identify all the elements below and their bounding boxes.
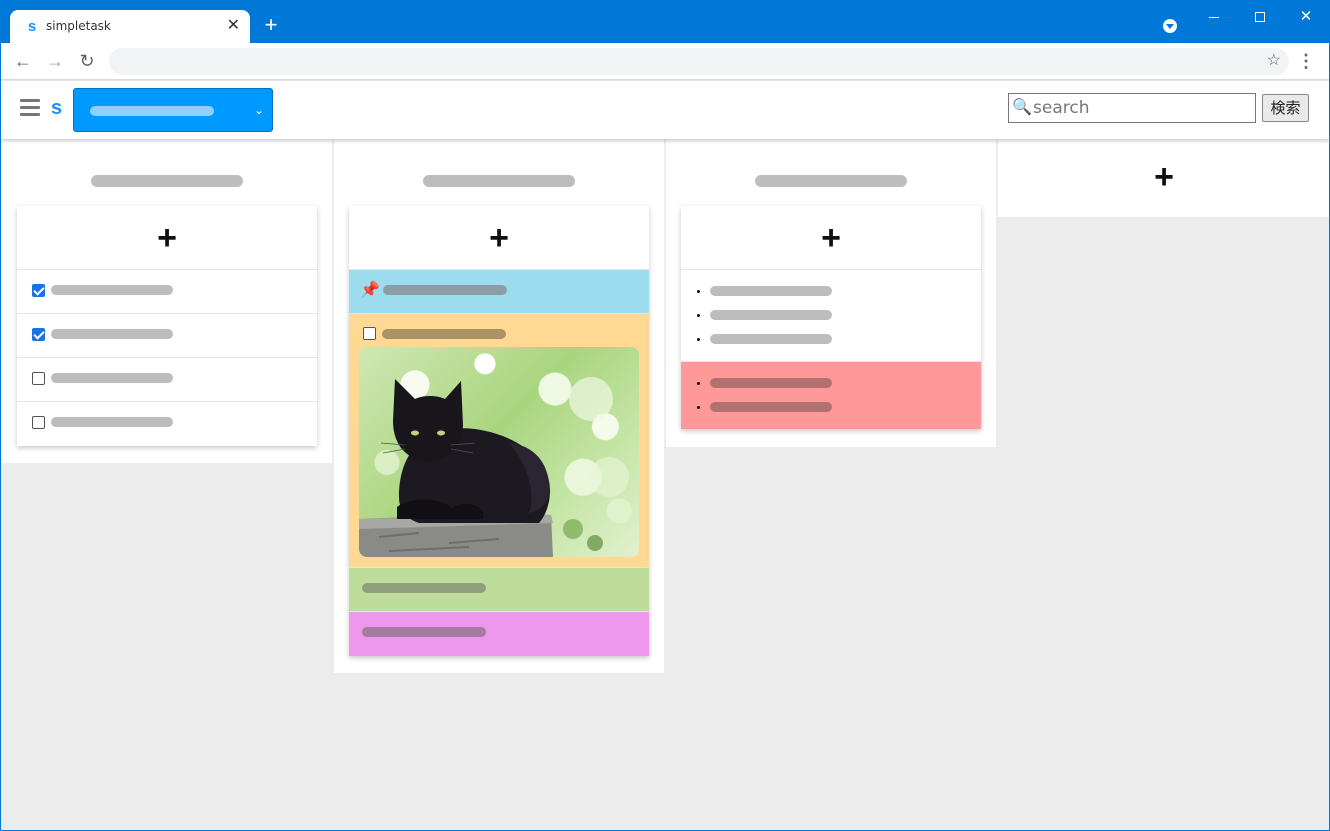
checkbox-checked[interactable] (32, 284, 45, 297)
item-text-placeholder (51, 329, 173, 339)
cat-image-drawing (359, 377, 629, 557)
column-title[interactable] (91, 175, 243, 187)
note-text-placeholder (362, 627, 486, 637)
checklist-card: + (17, 206, 317, 446)
board-select-dropdown[interactable]: ⌄ (73, 88, 273, 132)
add-card-button[interactable]: + (349, 206, 649, 270)
bullet-text-placeholder (710, 310, 832, 320)
search-icon: 🔍 (1012, 99, 1032, 116)
minimize-button[interactable] (1191, 5, 1237, 29)
add-column-button[interactable]: + (998, 155, 1329, 199)
browser-window: s simpletask ✕ + ✕ ← → ↻ ☆ ⋮ s ⌄ 🔍 検索 (1, 1, 1329, 830)
note-text-placeholder (362, 583, 486, 593)
bullet-text-placeholder (710, 402, 832, 412)
bullet-text-placeholder (710, 286, 832, 296)
search-input[interactable] (1033, 96, 1253, 120)
address-bar[interactable]: ☆ (109, 48, 1289, 75)
checkbox-unchecked[interactable] (32, 372, 45, 385)
maximize-button[interactable] (1237, 5, 1283, 29)
add-card-button[interactable]: + (681, 206, 981, 270)
item-text-placeholder (51, 373, 173, 383)
title-bar: s simpletask ✕ + ✕ (1, 1, 1329, 44)
list-item[interactable] (17, 402, 317, 446)
new-tab-button[interactable]: + (259, 13, 283, 37)
image-note[interactable] (349, 314, 649, 568)
bullet-dot (697, 314, 700, 317)
tab-title: simpletask (46, 19, 111, 33)
browser-menu-icon[interactable]: ⋮ (1297, 49, 1315, 73)
notes-card: + 📌 (349, 206, 649, 656)
checkbox-checked[interactable] (32, 328, 45, 341)
profile-dropdown-icon[interactable] (1163, 19, 1177, 33)
chevron-down-icon: ⌄ (253, 103, 264, 117)
bullet-text-placeholder (710, 334, 832, 344)
board-column-1: + (2, 139, 332, 463)
app-logo: s (51, 97, 63, 119)
reload-icon[interactable]: ↻ (75, 49, 99, 73)
search-button[interactable]: 検索 (1262, 94, 1309, 122)
search-field[interactable]: 🔍 (1008, 93, 1256, 123)
item-text-placeholder (51, 285, 173, 295)
forward-arrow-icon[interactable]: → (43, 49, 67, 73)
pinned-note[interactable]: 📌 (349, 270, 649, 314)
black-cat-photo (359, 347, 639, 557)
green-note[interactable] (349, 568, 649, 612)
back-arrow-icon[interactable]: ← (11, 49, 35, 73)
bullet-dot (697, 406, 700, 409)
list-item[interactable] (17, 358, 317, 402)
hamburger-menu-icon[interactable] (20, 99, 42, 117)
app-header: s ⌄ 🔍 検索 (1, 81, 1329, 139)
bullet-dot (697, 290, 700, 293)
pink-note[interactable] (349, 612, 649, 656)
checkbox-unchecked[interactable] (32, 416, 45, 429)
note-text-placeholder (382, 329, 506, 339)
browser-toolbar: ← → ↻ ☆ ⋮ (1, 43, 1329, 80)
bullet-list-red[interactable] (681, 362, 981, 429)
board-column-2: + 📌 (334, 139, 664, 673)
checkbox-unchecked[interactable] (363, 327, 376, 340)
bullet-text-placeholder (710, 378, 832, 388)
app-favicon-icon: s (27, 18, 37, 35)
window-close-button[interactable]: ✕ (1283, 5, 1329, 29)
item-text-placeholder (51, 417, 173, 427)
column-title[interactable] (423, 175, 575, 187)
add-column-panel: + (998, 139, 1329, 217)
board-name-placeholder (90, 106, 214, 116)
bookmark-star-icon[interactable]: ☆ (1267, 51, 1281, 71)
bullet-dot (697, 338, 700, 341)
tab-close-icon[interactable]: ✕ (227, 16, 240, 36)
bullet-list-white[interactable] (681, 270, 981, 362)
column-title[interactable] (755, 175, 907, 187)
board-column-3: + (666, 139, 996, 447)
pushpin-icon[interactable]: 📌 (360, 281, 380, 301)
add-card-button[interactable]: + (17, 206, 317, 270)
bullet-card: + (681, 206, 981, 429)
bullet-dot (697, 382, 700, 385)
note-text-placeholder (383, 285, 507, 295)
browser-tab[interactable]: s simpletask ✕ (10, 10, 250, 44)
list-item[interactable] (17, 314, 317, 358)
list-item[interactable] (17, 270, 317, 314)
